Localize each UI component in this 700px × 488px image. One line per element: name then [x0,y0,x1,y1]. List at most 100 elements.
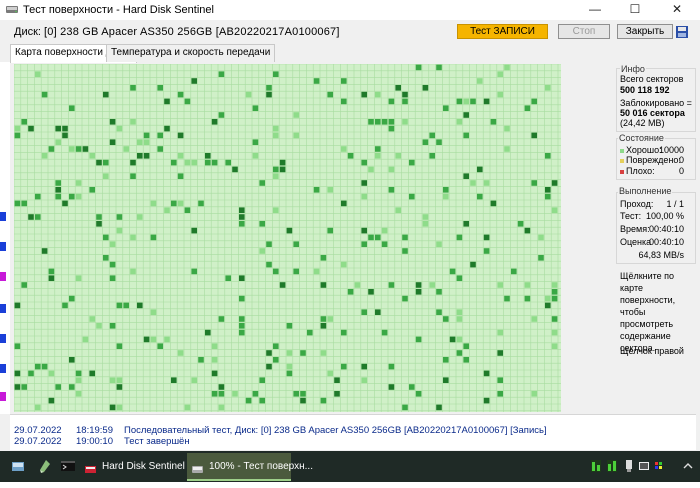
map-block[interactable] [48,268,55,275]
map-block[interactable] [273,357,279,363]
map-block[interactable] [456,309,463,315]
map-block[interactable] [286,370,293,377]
map-block[interactable] [327,370,333,377]
map-block[interactable] [341,78,347,84]
map-block[interactable] [259,248,265,254]
map-block[interactable] [96,214,102,220]
map-block[interactable] [436,64,442,71]
map-block[interactable] [293,241,299,247]
maximize-button[interactable]: ☐ [620,0,650,20]
map-block[interactable] [273,132,279,139]
map-block[interactable] [361,363,367,370]
map-block[interactable] [164,207,170,213]
map-block[interactable] [341,146,347,152]
tab-temperature-speed[interactable]: Температура и скорость передачи [106,44,276,62]
map-block[interactable] [75,391,82,397]
map-block[interactable] [218,404,225,411]
map-block[interactable] [361,193,367,200]
map-block[interactable] [286,227,293,234]
map-block[interactable] [164,336,170,343]
map-block[interactable] [164,125,170,132]
map-block[interactable] [375,146,381,152]
map-block[interactable] [89,370,95,377]
map-block[interactable] [123,302,129,309]
map-block[interactable] [103,234,109,241]
map-block[interactable] [436,139,442,145]
map-block[interactable] [41,91,48,98]
map-block[interactable] [456,98,463,105]
map-block[interactable] [205,329,211,336]
map-block[interactable] [361,159,367,166]
map-block[interactable] [69,384,75,390]
map-block[interactable] [35,363,41,370]
map-block[interactable] [218,391,225,397]
map-block[interactable] [232,391,238,397]
map-block[interactable] [497,91,503,98]
map-block[interactable] [89,316,95,322]
minimize-button[interactable]: — [580,0,610,20]
map-block[interactable] [28,125,34,132]
map-block[interactable] [177,200,184,207]
map-block[interactable] [55,384,61,390]
app-pin-icon[interactable] [37,458,53,474]
map-block[interactable] [361,377,367,383]
map-block[interactable] [429,282,435,288]
map-block[interactable] [35,193,41,200]
map-block[interactable] [538,234,544,241]
map-block[interactable] [157,146,163,152]
map-block[interactable] [341,261,347,268]
map-block[interactable] [470,261,476,268]
map-block[interactable] [69,357,75,363]
map-block[interactable] [443,357,449,363]
map-block[interactable] [55,187,61,193]
map-block[interactable] [456,336,463,343]
map-block[interactable] [48,275,55,281]
map-block[interactable] [531,316,537,322]
map-block[interactable] [388,98,395,105]
map-block[interactable] [524,282,531,288]
map-block[interactable] [381,227,388,234]
map-block[interactable] [375,91,381,98]
map-block[interactable] [551,207,558,213]
map-block[interactable] [286,363,293,370]
map-block[interactable] [259,221,265,227]
map-block[interactable] [109,261,116,268]
map-block[interactable] [259,397,265,404]
map-block[interactable] [123,146,129,152]
map-block[interactable] [463,221,469,227]
map-block[interactable] [429,153,435,159]
usb-icon[interactable] [624,459,634,476]
map-block[interactable] [225,159,231,166]
map-block[interactable] [103,91,109,98]
map-block[interactable] [524,227,531,234]
map-block[interactable] [347,289,354,295]
map-block[interactable] [388,282,395,288]
map-block[interactable] [368,289,374,295]
map-block[interactable] [109,275,116,281]
map-block[interactable] [218,316,225,322]
terminal-icon[interactable] [60,458,76,474]
map-block[interactable] [259,180,265,186]
map-block[interactable] [368,166,374,173]
write-test-button[interactable]: Тест ЗАПИСИ [457,24,548,39]
map-block[interactable] [62,302,68,309]
map-block[interactable] [89,187,95,193]
surface-map[interactable] [14,64,561,412]
map-block[interactable] [14,343,21,349]
map-block[interactable] [109,377,116,383]
map-block[interactable] [422,85,429,91]
map-block[interactable] [69,146,75,152]
map-block[interactable] [48,146,55,152]
map-block[interactable] [551,180,558,186]
map-block[interactable] [320,323,327,329]
map-block[interactable] [28,370,34,377]
map-block[interactable] [177,173,184,179]
map-block[interactable] [273,268,279,275]
map-block[interactable] [143,132,150,139]
map-block[interactable] [545,193,551,200]
map-block[interactable] [436,404,442,411]
map-block[interactable] [531,391,537,397]
map-block[interactable] [191,377,197,383]
map-block[interactable] [273,173,279,179]
map-block[interactable] [130,268,136,275]
